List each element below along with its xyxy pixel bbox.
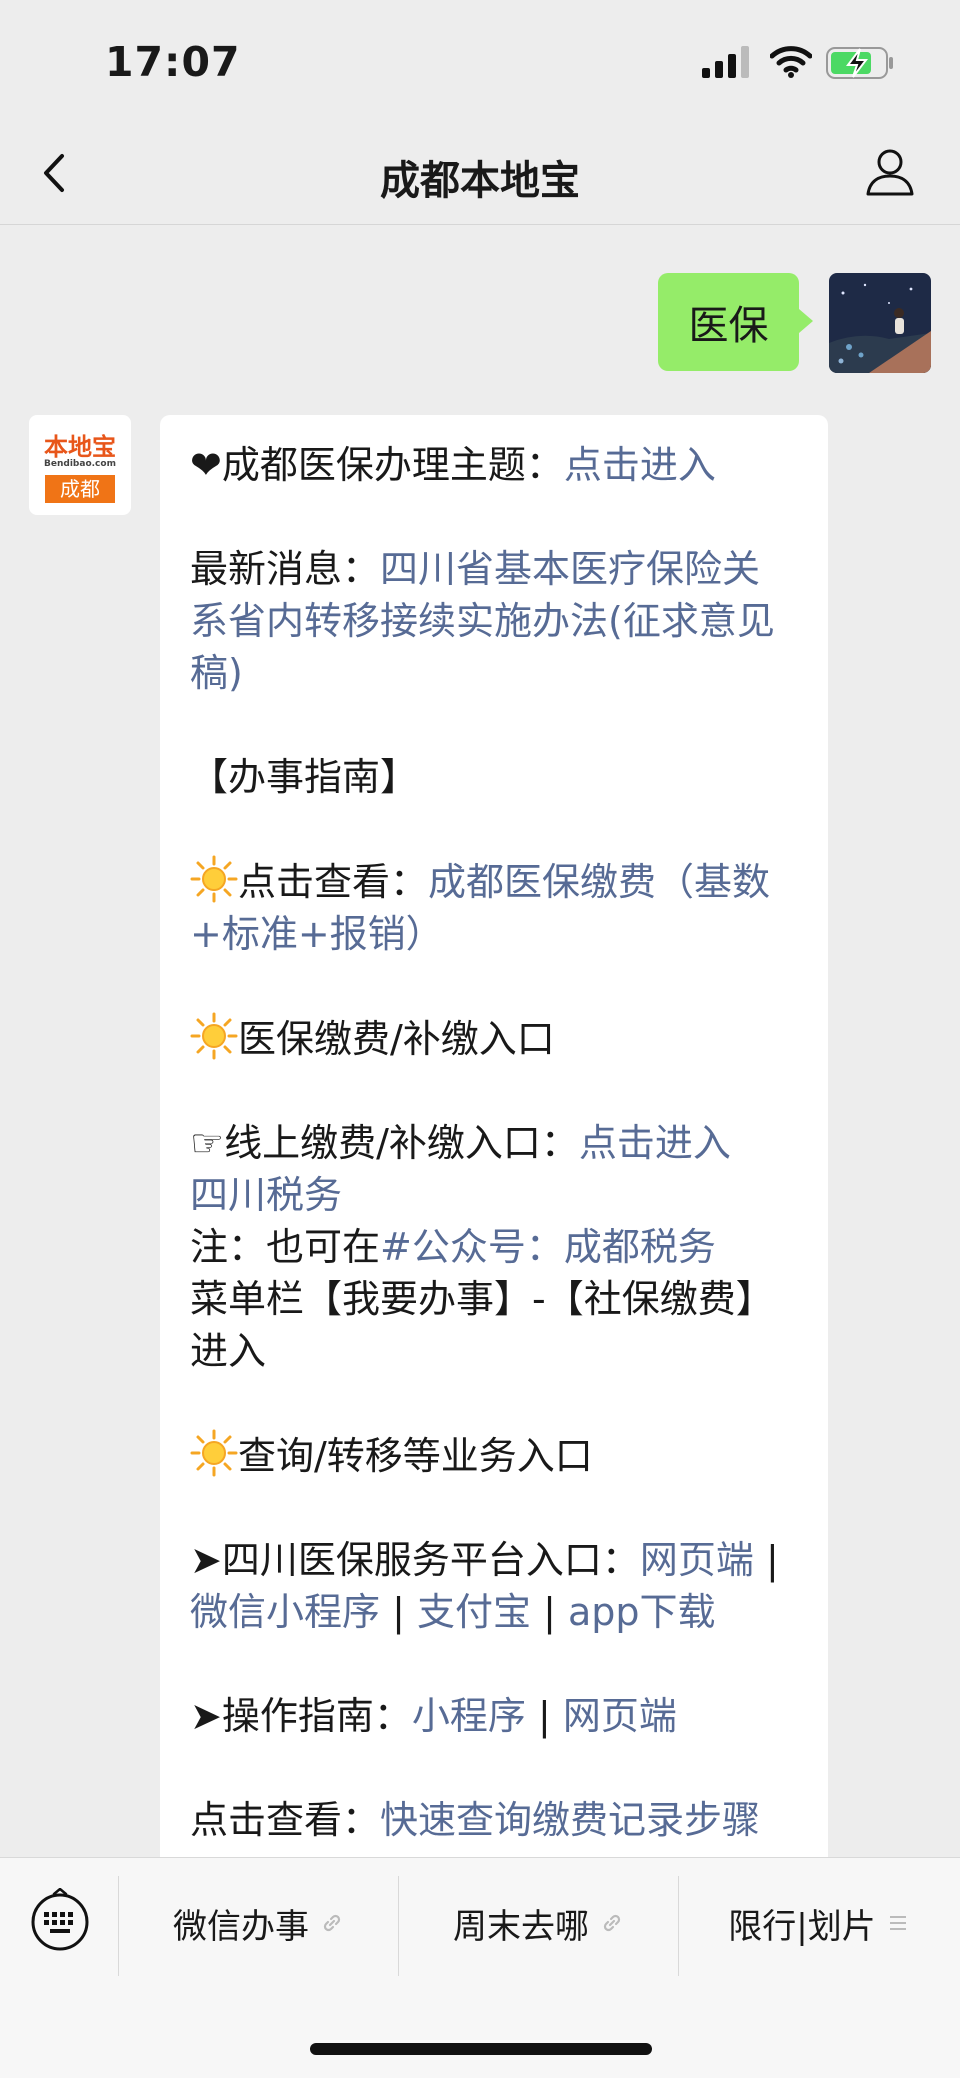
menu-item-wechat-services[interactable]: 微信办事: [118, 1858, 398, 1988]
menu-item-label: 周末去哪: [453, 1906, 589, 1947]
online-payment-link[interactable]: 点击进入: [579, 1121, 731, 1165]
sun-icon: [190, 1012, 238, 1060]
miniprogram-guide-link[interactable]: 小程序: [412, 1694, 526, 1738]
topic-label: ❤成都医保办理主题：: [190, 443, 564, 487]
menu-item-label: 限行|划片: [728, 1906, 876, 1947]
wechat-miniprogram-link[interactable]: 微信小程序: [190, 1590, 380, 1634]
sun-icon: [190, 855, 238, 903]
news-label: 最新消息：: [190, 547, 381, 591]
payment-entry-text: 医保缴费/补缴入口: [238, 1017, 555, 1061]
separator: |: [753, 1538, 779, 1582]
wifi-icon: [770, 46, 812, 78]
user-avatar-image: [829, 273, 931, 373]
nav-bar: 成都本地宝: [0, 120, 960, 225]
link-icon: [603, 1914, 621, 1932]
query-entry-text: 查询/转移等业务入口: [238, 1434, 593, 1478]
menu-item-weekend[interactable]: 周末去哪: [398, 1858, 678, 1988]
user-avatar[interactable]: [829, 273, 931, 373]
status-time: 17:07: [105, 38, 241, 86]
submenu-icon: [889, 1916, 906, 1930]
logo-domain: Bendibao.com: [44, 459, 116, 469]
official-account-avatar[interactable]: 本地宝 Bendibao.com 成都: [29, 415, 131, 515]
menu-item-label: 微信办事: [173, 1906, 309, 1947]
status-bar: 17:07: [0, 0, 960, 120]
sichuan-tax-link[interactable]: 四川税务: [190, 1173, 342, 1217]
online-payment-block: ☞线上缴费/补缴入口：点击进入 四川税务 注：也可在#公众号：成都税务 菜单栏【…: [190, 1117, 798, 1377]
alipay-link[interactable]: 支付宝: [417, 1590, 531, 1634]
operation-guide-label: ➤操作指南：: [190, 1694, 412, 1738]
guide-heading: 【办事指南】: [190, 755, 419, 799]
operation-guide-line: ➤操作指南：小程序 | 网页端: [190, 1690, 798, 1742]
menu-item-traffic-school[interactable]: 限行|划片: [678, 1858, 958, 1988]
separator: |: [525, 1694, 563, 1738]
bot-message-bubble: ❤成都医保办理主题：点击进入 最新消息：四川省基本医疗保险关系省内转移接续实施办…: [160, 415, 828, 1875]
payment-record-label: 点击查看：: [190, 1798, 381, 1842]
user-message-bubble[interactable]: 医保: [658, 273, 813, 371]
web-portal-link[interactable]: 网页端: [640, 1538, 754, 1582]
web-guide-link[interactable]: 网页端: [563, 1694, 677, 1738]
payment-guide-label: 点击查看：: [238, 860, 429, 904]
payment-record-link[interactable]: 快速查询缴费记录步骤: [380, 1798, 760, 1842]
user-message-text: 医保: [688, 303, 769, 349]
page-title: 成都本地宝: [380, 158, 580, 204]
online-payment-label: ☞线上缴费/补缴入口：: [190, 1121, 579, 1165]
topic-line: ❤成都医保办理主题：点击进入: [190, 439, 798, 491]
profile-icon[interactable]: [862, 144, 918, 200]
logo-city: 成都: [45, 475, 115, 503]
keyboard-icon[interactable]: [28, 1888, 92, 1952]
sun-icon: [190, 1429, 238, 1477]
logo-text: 本地宝: [44, 433, 116, 461]
query-entry-heading: 查询/转移等业务入口: [190, 1429, 798, 1482]
app-download-link[interactable]: app下载: [568, 1590, 716, 1634]
payment-guide-line: 点击查看：成都医保缴费（基数+标准+报销）: [190, 855, 798, 960]
topic-link[interactable]: 点击进入: [564, 443, 716, 487]
note-label: 注：也可在: [190, 1225, 381, 1269]
platform-entry-label: ➤四川医保服务平台入口：: [190, 1538, 640, 1582]
cellular-signal-icon: [702, 46, 749, 78]
separator: |: [531, 1590, 568, 1634]
payment-entry-heading: 医保缴费/补缴入口: [190, 1012, 798, 1065]
platform-entry-line: ➤四川医保服务平台入口：网页端 | 微信小程序 | 支付宝 | app下载: [190, 1534, 798, 1638]
separator: |: [380, 1590, 417, 1634]
battery-charging-icon: [826, 47, 893, 79]
payment-record-line: 点击查看：快速查询缴费记录步骤: [190, 1794, 798, 1846]
home-indicator[interactable]: [310, 2043, 652, 2055]
link-icon: [323, 1914, 341, 1932]
note-text: 菜单栏【我要办事】-【社保缴费】进入: [190, 1277, 774, 1373]
news-line: 最新消息：四川省基本医疗保险关系省内转移接续实施办法(征求意见稿): [190, 543, 798, 699]
chengdu-tax-account-link[interactable]: #公众号：成都税务: [380, 1225, 716, 1269]
